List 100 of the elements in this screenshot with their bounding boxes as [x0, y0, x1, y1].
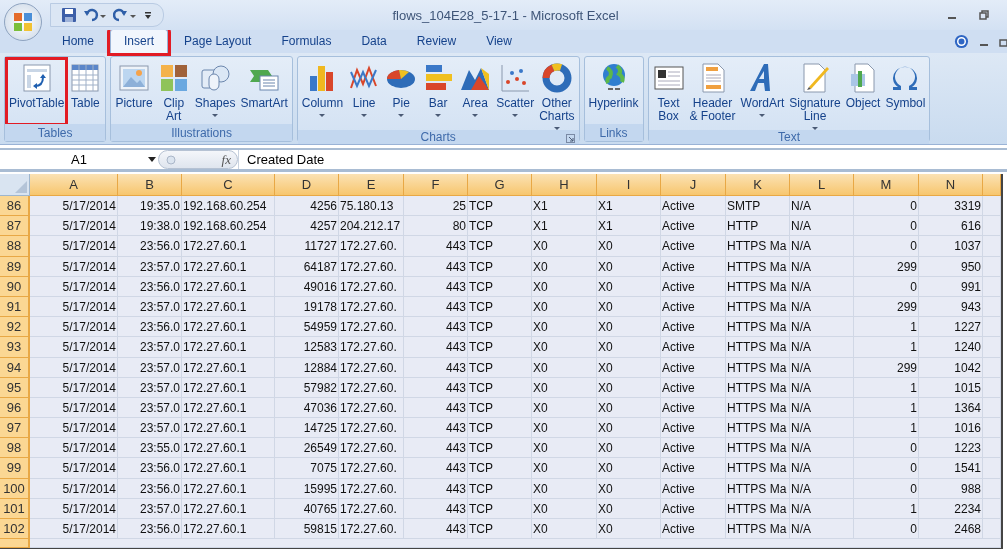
column-header[interactable]: G	[468, 174, 532, 196]
ribbon-button[interactable]: Header & Footer	[687, 59, 738, 130]
ribbon-tab[interactable]: Home	[48, 29, 108, 53]
table-cell: 443	[404, 458, 468, 479]
table-cell: X0	[532, 458, 597, 479]
table-cell: 172.27.60.	[339, 377, 404, 398]
save-icon[interactable]	[61, 7, 77, 23]
ribbon-button[interactable]: SmartArt	[238, 59, 290, 124]
table-cell: HTTPS Ma	[726, 438, 790, 459]
ribbon-tab[interactable]: Page Layout	[170, 29, 266, 53]
table-cell: 23:57.0	[118, 397, 182, 419]
table-cell: 172.27.60.	[339, 317, 404, 338]
ribbon-button[interactable]: Bar	[420, 59, 457, 130]
table-cell: 443	[404, 357, 468, 378]
table-cell: 3319	[919, 196, 983, 217]
row-header[interactable]: 88	[0, 236, 30, 257]
column-header[interactable]: L	[790, 174, 854, 196]
ribbon-tab[interactable]: Data	[347, 29, 401, 53]
column-header[interactable]: J	[661, 174, 726, 196]
column-header[interactable]: A	[30, 174, 118, 196]
table-cell: 1240	[919, 337, 983, 358]
restore-icon[interactable]	[979, 10, 989, 20]
row-header[interactable]: 93	[0, 337, 30, 358]
ribbon-button[interactable]: Area	[457, 59, 494, 130]
triangle-icon	[15, 181, 27, 193]
dialog-launcher-icon[interactable]	[565, 134, 575, 143]
table-cell	[983, 458, 1001, 479]
ribbon-button[interactable]: PivotTable	[7, 59, 67, 124]
ribbon-button[interactable]: Text Box	[650, 59, 687, 130]
ribbon-tab[interactable]: Formulas	[267, 29, 346, 53]
row-header[interactable]: 102	[0, 519, 30, 540]
ribbon-tab[interactable]: View	[472, 29, 526, 53]
row-header[interactable]: 97	[0, 418, 30, 439]
table-cell: 443	[404, 397, 468, 419]
table-cell: X1	[532, 196, 597, 217]
ribbon-tab[interactable]: Review	[402, 29, 471, 53]
row-header[interactable]: 86	[0, 196, 30, 217]
ribbon-button[interactable]: Scatter	[494, 59, 537, 130]
ribbon-button[interactable]: Table	[67, 59, 104, 124]
ribbon-button[interactable]: Object	[843, 59, 883, 130]
table-cell: 443	[404, 418, 468, 439]
ribbon-button[interactable]: Line	[346, 59, 383, 130]
ribbon-button[interactable]: Hyperlink	[586, 59, 641, 124]
row-header[interactable]: 99	[0, 458, 30, 479]
column-header[interactable]: D	[275, 174, 339, 196]
row-header[interactable]: 94	[0, 357, 30, 378]
ribbon-button[interactable]: Shapes	[192, 59, 238, 124]
row-header[interactable]: 101	[0, 498, 30, 519]
table-cell: 5/17/2014	[30, 296, 118, 318]
column-header[interactable]: I	[597, 174, 661, 196]
expand-handle-icon[interactable]	[165, 153, 177, 166]
office-button[interactable]	[4, 3, 42, 41]
table-cell: N/A	[790, 256, 854, 277]
table-cell: 443	[404, 377, 468, 398]
table-cell: 172.27.60.1	[182, 337, 275, 358]
redo-icon[interactable]	[113, 7, 137, 23]
row-header[interactable]	[0, 539, 30, 549]
help-icon[interactable]	[954, 34, 969, 49]
undo-icon[interactable]	[83, 7, 107, 23]
column-header[interactable]: M	[854, 174, 919, 196]
ribbon-button[interactable]: Symbol	[883, 59, 928, 130]
formula-input[interactable]: Created Date	[238, 150, 1007, 169]
ribbon-button[interactable]: Pie	[383, 59, 420, 130]
table-cell: N/A	[790, 357, 854, 378]
table-cell: Active	[661, 236, 726, 257]
row-header[interactable]: 90	[0, 276, 30, 297]
table-cell: X0	[597, 418, 661, 439]
table-cell: 443	[404, 498, 468, 519]
ribbon-tab[interactable]: Insert	[110, 29, 169, 53]
row-header[interactable]: 96	[0, 397, 30, 419]
column-header[interactable]: E	[339, 174, 404, 196]
table-cell: HTTPS Ma	[726, 337, 790, 358]
row-header[interactable]: 91	[0, 296, 30, 318]
row-header[interactable]: 100	[0, 478, 30, 499]
donut-chart-icon	[540, 62, 573, 94]
column-header[interactable]: F	[404, 174, 468, 196]
table-cell: 443	[404, 236, 468, 257]
table-cell: 172.27.60.1	[182, 458, 275, 479]
row-header[interactable]: 95	[0, 377, 30, 398]
table-cell: X0	[532, 397, 597, 419]
row-header[interactable]: 89	[0, 256, 30, 277]
column-header[interactable]: K	[726, 174, 790, 196]
column-header[interactable]: C	[182, 174, 275, 196]
row-header[interactable]: 98	[0, 438, 30, 459]
row-header[interactable]: 87	[0, 216, 30, 237]
column-header[interactable]: N	[919, 174, 983, 196]
group-label: Links	[599, 125, 628, 140]
row-header[interactable]: 92	[0, 317, 30, 338]
table-cell: 299	[854, 357, 919, 378]
customize-toolbar-icon[interactable]	[143, 9, 153, 21]
column-header[interactable]: B	[118, 174, 182, 196]
insert-function-button[interactable]: fx	[221, 151, 231, 168]
ribbon-button[interactable]: Clip Art	[155, 59, 192, 124]
ribbon-button[interactable]: WordArt	[738, 59, 787, 130]
ribbon-button[interactable]: Column	[299, 59, 346, 130]
restore-icon[interactable]	[999, 36, 1007, 47]
ribbon-button[interactable]: Signature Line	[787, 59, 843, 130]
column-header[interactable]: H	[532, 174, 597, 196]
ribbon-button[interactable]: Picture	[113, 59, 155, 124]
table-cell: 0	[854, 236, 919, 257]
